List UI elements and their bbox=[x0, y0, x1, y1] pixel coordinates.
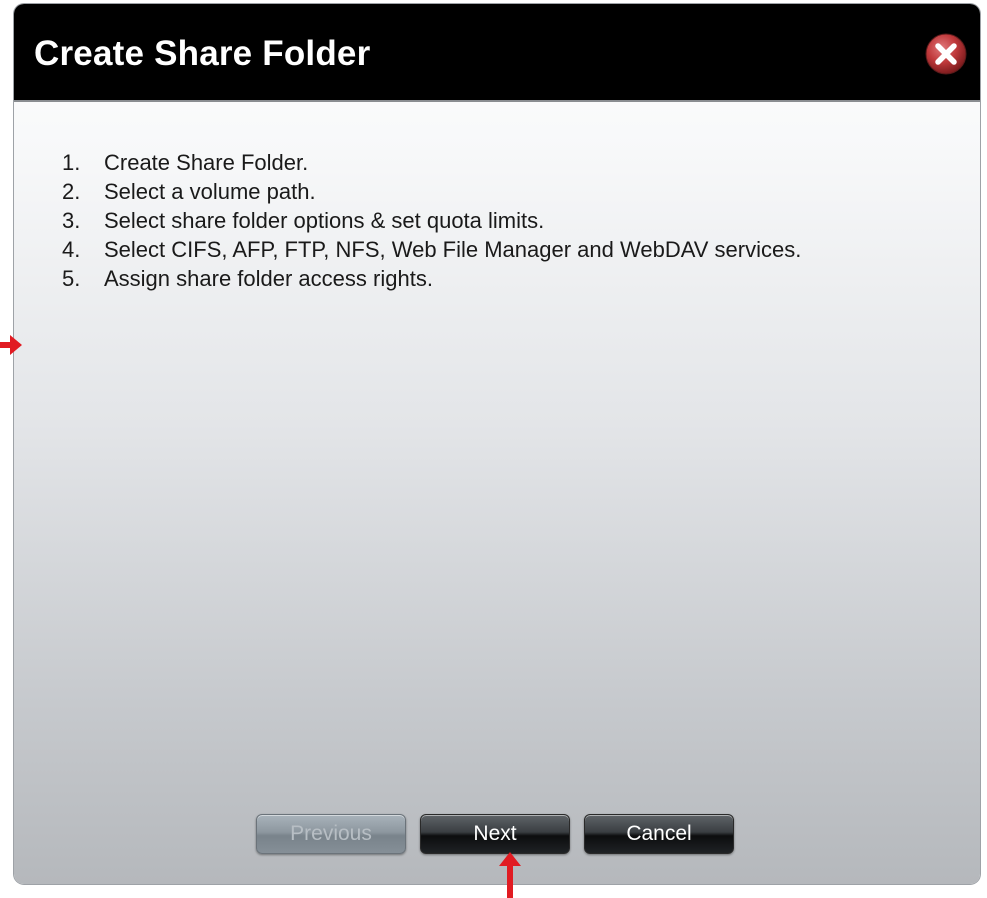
step-number: 2. bbox=[62, 179, 81, 204]
title-bar: Create Share Folder bbox=[14, 4, 980, 102]
step-number: 5. bbox=[62, 266, 81, 291]
list-item: 3. Select share folder options & set quot… bbox=[62, 206, 922, 235]
step-text: Select share folder options & set quota … bbox=[104, 208, 545, 233]
list-item: 1. Create Share Folder. bbox=[62, 148, 922, 177]
step-number: 4. bbox=[62, 237, 81, 262]
close-button[interactable] bbox=[924, 32, 968, 76]
close-icon bbox=[925, 33, 967, 75]
steps-list: 1. Create Share Folder. 2. Select a volume… bbox=[62, 148, 922, 293]
cancel-button[interactable]: Cancel bbox=[584, 814, 734, 854]
step-text: Select CIFS, AFP, FTP, NFS, Web File Man… bbox=[104, 237, 802, 262]
step-text: Assign share folder access rights. bbox=[104, 266, 433, 291]
create-share-folder-dialog: Create Share Folder 1. Create Share Folde… bbox=[14, 4, 980, 884]
previous-button[interactable]: Previous bbox=[256, 814, 406, 854]
step-text: Select a volume path. bbox=[104, 179, 316, 204]
list-item: 5. Assign share folder access rights. bbox=[62, 264, 922, 293]
list-item: 2. Select a volume path. bbox=[62, 177, 922, 206]
next-button[interactable]: Next bbox=[420, 814, 570, 854]
list-item: 4. Select CIFS, AFP, FTP, NFS, Web File M… bbox=[62, 235, 922, 264]
dialog-title: Create Share Folder bbox=[34, 34, 371, 73]
step-text: Create Share Folder. bbox=[104, 150, 309, 175]
step-number: 1. bbox=[62, 150, 81, 175]
step-number: 3. bbox=[62, 208, 81, 233]
